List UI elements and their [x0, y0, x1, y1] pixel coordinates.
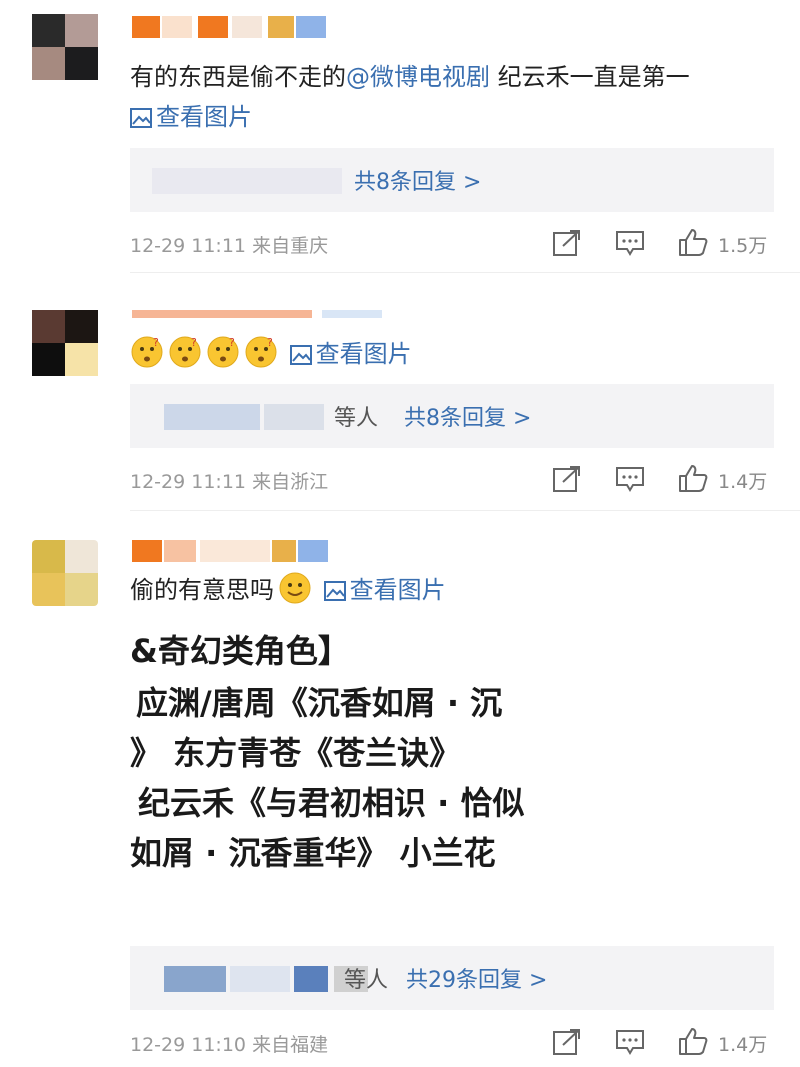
- image-icon: [130, 108, 152, 128]
- avatar[interactable]: [32, 540, 98, 606]
- smile-emoji-icon: [279, 572, 311, 604]
- comment-meta: 12-29 11:11 来自浙江: [130, 471, 329, 493]
- image-text-line: 如屑 · 沉香重华》 小兰花: [130, 834, 496, 872]
- comment-meta: 12-29 11:11 来自重庆: [130, 235, 329, 257]
- image-text-line: 纪云禾《与君初相识 · 恰似: [138, 784, 525, 822]
- like-count: 1.4万: [718, 1034, 768, 1056]
- reply-count-link[interactable]: 共8条回复 >: [354, 164, 481, 196]
- replies-box[interactable]: 共8条回复 >: [130, 148, 774, 212]
- svg-text:?: ?: [153, 336, 159, 349]
- attached-image[interactable]: &奇幻类角色】 应渊/唐周《沉香如屑 · 沉 》 东方青苍《苍兰诀》 纪云禾《与…: [130, 620, 540, 876]
- image-text-line: 》 东方青苍《苍兰诀》: [130, 734, 462, 772]
- thinking-emoji-icon: ?: [169, 336, 201, 368]
- thumbs-up-icon[interactable]: [678, 228, 708, 256]
- comment-text: 有的东西是偷不走的@微博电视剧 纪云禾一直是第一 查看图片: [130, 63, 690, 131]
- emoji-group: ????: [130, 336, 290, 368]
- thumbs-up-icon[interactable]: [678, 464, 708, 492]
- view-image-link[interactable]: 查看图片: [130, 103, 252, 131]
- comment-text: ???? 查看图片: [130, 334, 780, 374]
- like-count: 1.5万: [718, 235, 768, 257]
- comment-meta: 12-29 11:10 来自福建: [130, 1034, 329, 1056]
- comment-icon[interactable]: [616, 1029, 644, 1055]
- view-image-link[interactable]: 查看图片: [289, 340, 412, 368]
- reply-count-link[interactable]: 共29条回复 >: [406, 962, 547, 994]
- replies-box[interactable]: 等人 共29条回复 >: [130, 946, 774, 1010]
- share-icon[interactable]: [553, 466, 581, 492]
- avatar[interactable]: [32, 310, 98, 376]
- image-text-line: &奇幻类角色】: [130, 632, 350, 670]
- image-text-line: 应渊/唐周《沉香如屑 · 沉: [136, 684, 503, 722]
- comment-2: ???? 查看图片 等人 共8条回复 > 12-29 11:11 来自浙江 1.…: [0, 272, 800, 510]
- reply-deng-label: 等人: [334, 406, 379, 431]
- username-blurred[interactable]: [132, 310, 392, 332]
- comment-icon[interactable]: [616, 466, 644, 492]
- reply-usernames-blurred: [152, 168, 342, 194]
- view-image-link[interactable]: 查看图片: [323, 576, 446, 604]
- like-count: 1.4万: [718, 471, 768, 493]
- comment-1: 有的东西是偷不走的@微博电视剧 纪云禾一直是第一 查看图片 共8条回复 > 12…: [0, 0, 800, 270]
- comment-icon[interactable]: [616, 230, 644, 256]
- username-blurred[interactable]: [132, 16, 332, 38]
- image-icon: [289, 345, 312, 365]
- reply-count-link[interactable]: 共8条回复 >: [404, 400, 531, 432]
- image-icon: [323, 581, 346, 601]
- thinking-emoji-icon: ?: [207, 336, 239, 368]
- comment-text: 偷的有意思吗 查看图片: [130, 570, 780, 610]
- share-icon[interactable]: [553, 230, 581, 256]
- thumbs-up-icon[interactable]: [678, 1027, 708, 1055]
- svg-text:?: ?: [267, 336, 273, 349]
- username-blurred[interactable]: [132, 540, 332, 562]
- replies-box[interactable]: 等人 共8条回复 >: [130, 384, 774, 448]
- avatar[interactable]: [32, 14, 98, 80]
- reply-deng-label: 等人: [344, 968, 389, 993]
- mention-link[interactable]: @微博电视剧: [346, 63, 490, 91]
- thinking-emoji-icon: ?: [131, 336, 163, 368]
- svg-text:?: ?: [229, 336, 235, 349]
- share-icon[interactable]: [553, 1029, 581, 1055]
- svg-text:?: ?: [191, 336, 197, 349]
- thinking-emoji-icon: ?: [245, 336, 277, 368]
- reply-usernames-blurred: [164, 404, 324, 430]
